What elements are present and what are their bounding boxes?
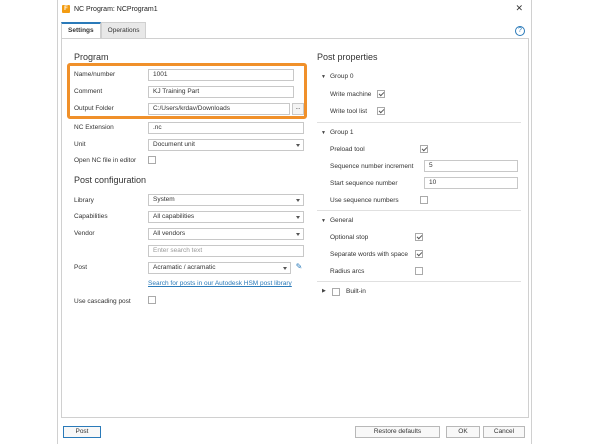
post-properties-title: Post properties [317,52,378,62]
divider [317,122,521,123]
group0-label: Group 0 [330,73,354,80]
write-machine-checkbox[interactable] [377,90,385,98]
post-config-section-title: Post configuration [74,175,147,185]
builtin-checkbox[interactable] [332,288,340,296]
library-dropdown[interactable]: System [148,194,304,206]
close-icon[interactable]: ✕ [515,3,523,14]
open-in-editor-label: Open NC file in editor [74,157,137,164]
fusion-app-icon: F [62,5,70,13]
library-label: Library [74,197,94,204]
general-collapse-icon[interactable]: ▼ [321,218,326,224]
radius-arcs-label: Radius arcs [330,268,365,275]
write-tool-list-checkbox[interactable] [377,107,385,115]
unit-dropdown[interactable]: Document unit [148,139,304,151]
seq-increment-field[interactable]: 5 [424,160,518,172]
cascading-post-label: Use cascading post [74,298,131,305]
cascading-post-checkbox[interactable] [148,296,156,304]
start-seq-field[interactable]: 10 [424,177,518,189]
preload-tool-checkbox[interactable] [420,145,428,153]
group1-collapse-icon[interactable]: ▼ [321,130,326,136]
separate-words-label: Separate words with space [330,251,409,258]
post-search-input[interactable]: Enter search text [148,245,304,257]
cancel-button[interactable]: Cancel [483,426,525,438]
post-dropdown[interactable]: Acramatic / acramatic [148,262,291,274]
optional-stop-checkbox[interactable] [415,233,423,241]
program-section-title: Program [74,52,109,62]
radius-arcs-checkbox[interactable] [415,267,423,275]
open-in-editor-checkbox[interactable] [148,156,156,164]
unit-label: Unit [74,141,86,148]
vendor-dropdown[interactable]: All vendors [148,228,304,240]
post-button[interactable]: Post [63,426,101,438]
use-seq-label: Use sequence numbers [330,197,399,204]
preload-tool-label: Preload tool [330,146,365,153]
use-seq-checkbox[interactable] [420,196,428,204]
nc-extension-field[interactable]: .nc [148,122,304,134]
group0-collapse-icon[interactable]: ▼ [321,74,326,80]
capabilities-label: Capabilities [74,213,108,220]
vendor-label: Vendor [74,230,95,237]
start-seq-label: Start sequence number [330,180,398,187]
pencil-edit-icon[interactable]: ✎ [294,262,304,272]
title-bar: F NC Program: NCProgram1 ✕ [58,0,531,18]
group1-label: Group 1 [330,129,354,136]
builtin-expand-icon[interactable]: ▶ [322,288,326,294]
divider [317,281,521,282]
seq-increment-label: Sequence number increment [330,163,414,170]
write-tool-list-label: Write tool list [330,108,368,115]
write-machine-label: Write machine [330,91,372,98]
general-label: General [330,217,354,224]
help-icon[interactable]: ? [515,26,525,36]
separate-words-checkbox[interactable] [415,250,423,258]
restore-defaults-button[interactable]: Restore defaults [355,426,440,438]
tab-bar: Settings Operations [61,22,147,38]
capabilities-dropdown[interactable]: All capabilities [148,211,304,223]
highlight-annotation [67,63,307,119]
tab-settings[interactable]: Settings [61,22,101,38]
search-placeholder: Enter search text [153,247,203,254]
divider [317,210,521,211]
builtin-label: Built-in [346,288,366,295]
ok-button[interactable]: OK [446,426,480,438]
nc-program-dialog: F NC Program: NCProgram1 ✕ Settings Oper… [57,0,532,444]
window-title: NC Program: NCProgram1 [74,5,158,13]
optional-stop-label: Optional stop [330,234,369,241]
post-library-link[interactable]: Search for posts in our Autodesk HSM pos… [148,280,292,287]
post-label: Post [74,264,88,271]
nc-extension-label: NC Extension [74,124,114,131]
tab-operations[interactable]: Operations [100,22,147,38]
